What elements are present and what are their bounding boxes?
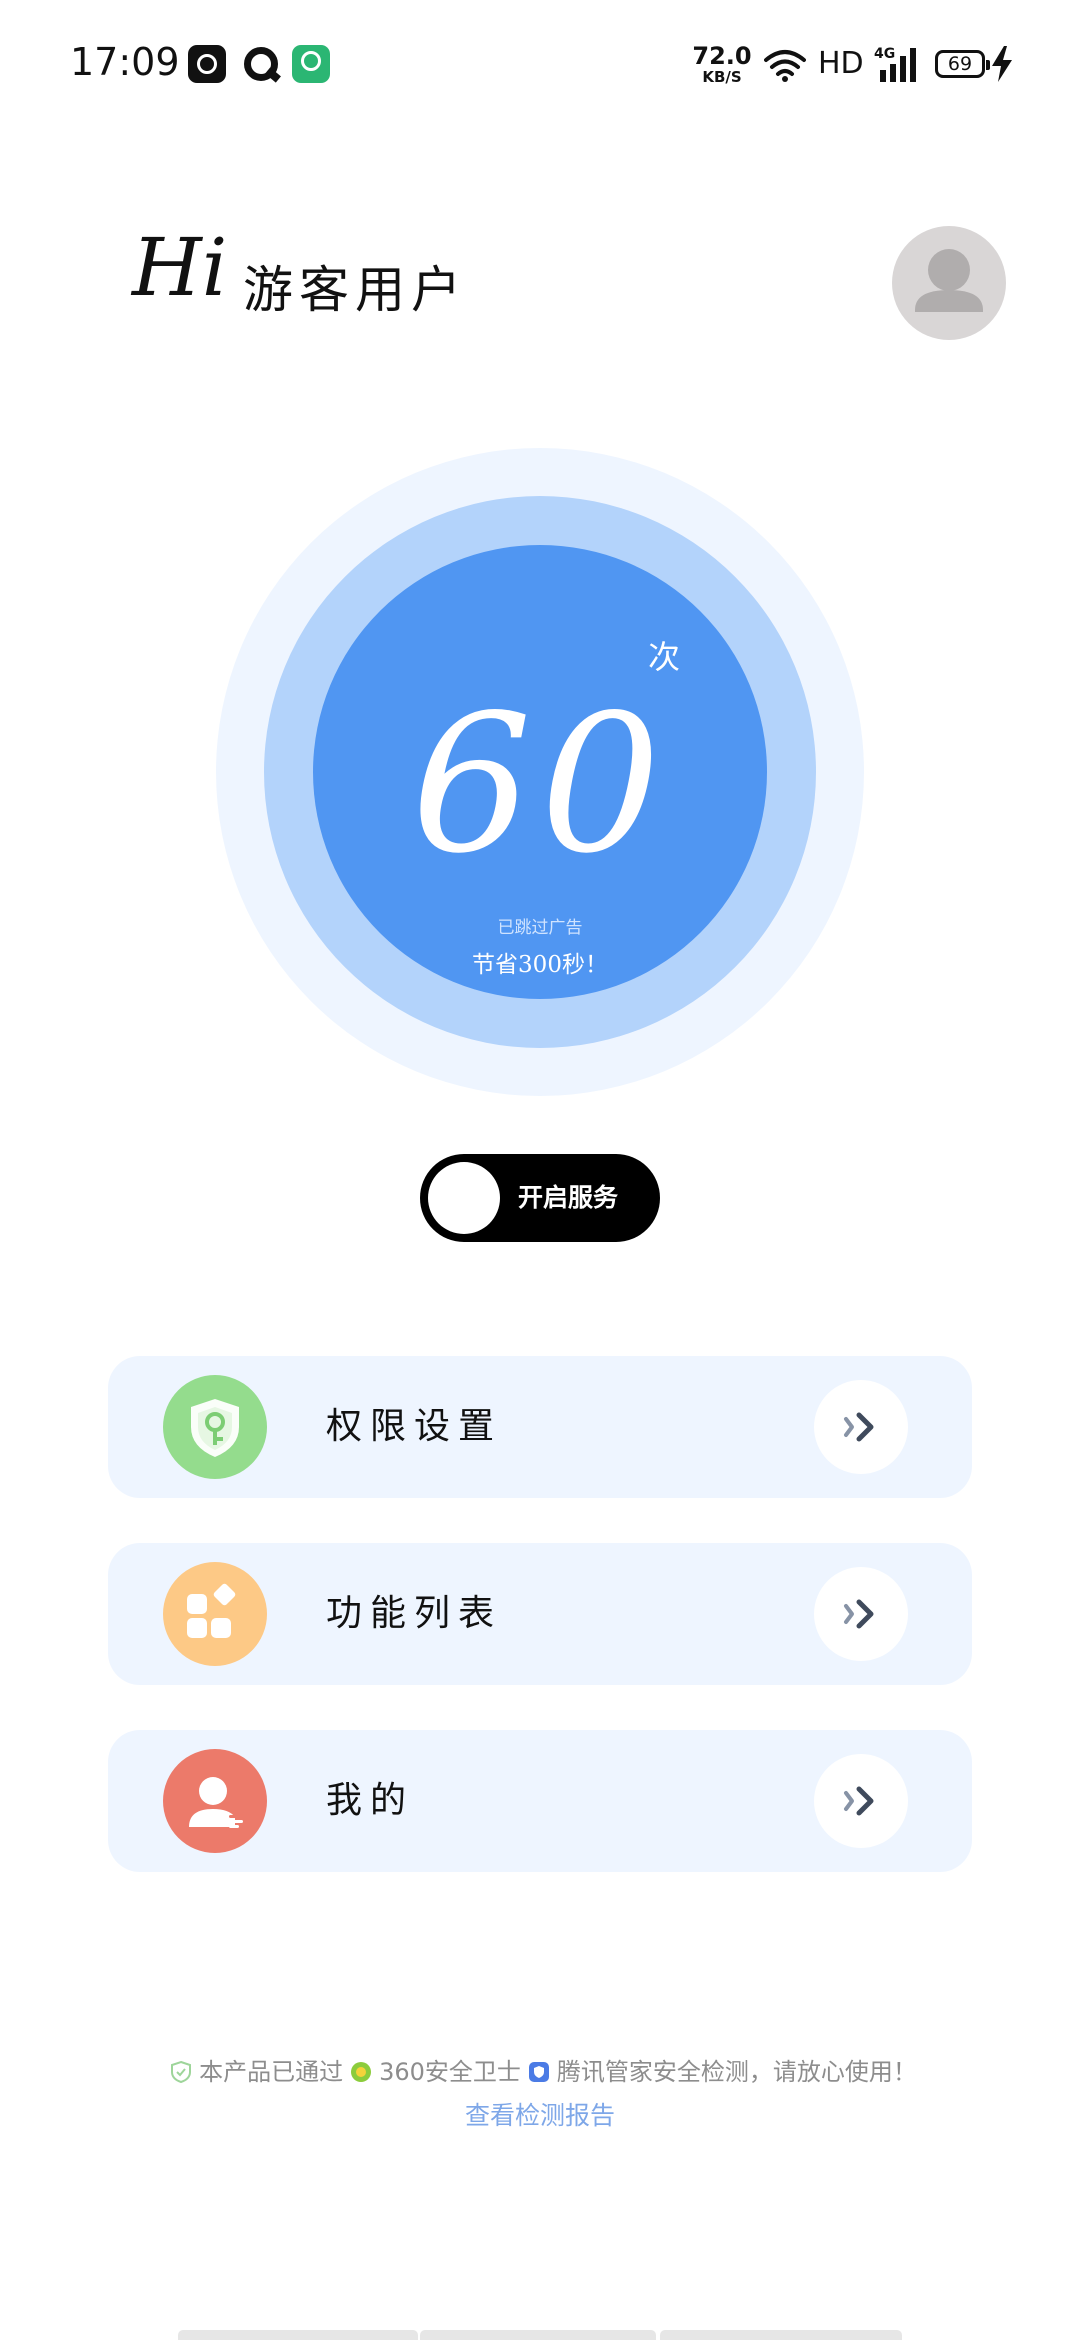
status-bar: 17:09 72.0 KB/S HD 4G 69 [0,0,1080,130]
service-toggle[interactable]: 开启服务 [420,1154,660,1242]
network-type-label: 4G [874,46,895,62]
kuaishou-app-icon [188,45,226,83]
status-time: 17:09 [70,40,180,84]
service-toggle-label: 开启服务 [518,1183,619,1212]
avatar[interactable] [892,226,1006,340]
toggle-knob [428,1162,500,1234]
view-report-link[interactable]: 查看检测报告 [0,2096,1080,2132]
menu-item-mine[interactable]: 我的 [108,1730,972,1872]
menu-label-permissions: 权限设置 [326,1406,503,1447]
wifi-icon [764,50,806,82]
tencent-guard-icon [528,2062,549,2082]
menu-label-features: 功能列表 [326,1593,503,1634]
double-chevron-right-icon [844,1786,874,1816]
menu-icon-mine [163,1749,267,1853]
battery-level: 69 [947,53,973,75]
360-security-icon [351,2062,372,2082]
greeting-hi: Hi [132,221,228,314]
network-speed-value: 72.0 [692,42,752,70]
green-app-icon [292,45,330,83]
security-text-3: 腾讯管家安全检测，请放心使用！ [556,2058,917,2086]
counter-unit: 次 [648,638,681,676]
double-chevron-right-icon [844,1599,874,1629]
menu-label-mine: 我的 [326,1780,415,1821]
menu-icon-permissions [163,1375,267,1479]
menu-icon-features [163,1562,267,1666]
hd-label: HD [818,46,864,81]
shield-key-icon [191,1399,239,1457]
menu-item-permissions[interactable]: 权限设置 [108,1356,972,1498]
counter-value: 60 [411,674,669,895]
menu-arrow-features[interactable] [814,1567,908,1661]
cellular-signal-icon: 4G [874,46,916,82]
greeting-username: 游客用户 [243,261,467,319]
counter-saved-time: 节省300秒！ [472,952,608,978]
user-avatar-icon [915,249,983,312]
menu-arrow-mine[interactable] [814,1754,908,1848]
bottom-tab [178,2330,418,2340]
charging-bolt-icon [992,46,1012,82]
security-text-1: 本产品已通过 [199,2058,344,2086]
double-chevron-right-icon [844,1412,874,1442]
battery-icon: 69 [935,50,990,78]
shield-check-icon [171,2060,192,2084]
menu-arrow-permissions[interactable] [814,1380,908,1474]
bottom-tab [660,2330,902,2340]
network-speed-unit: KB/S [702,68,742,86]
bottom-tab [420,2330,656,2340]
security-text-2: 360安全卫士 [379,2058,521,2086]
counter-description: 已跳过广告 [497,918,583,938]
network-speed: 72.0 KB/S [692,44,752,85]
menu-item-features[interactable]: 功能列表 [108,1543,972,1685]
security-notice: 本产品已通过 360安全卫士 腾讯管家安全检测，请放心使用！ [0,2052,1080,2087]
bottom-tab-strip [178,2330,902,2340]
qq-browser-app-icon [242,45,280,83]
app-grid-icon [187,1583,236,1638]
user-profile-icon [189,1777,243,1828]
